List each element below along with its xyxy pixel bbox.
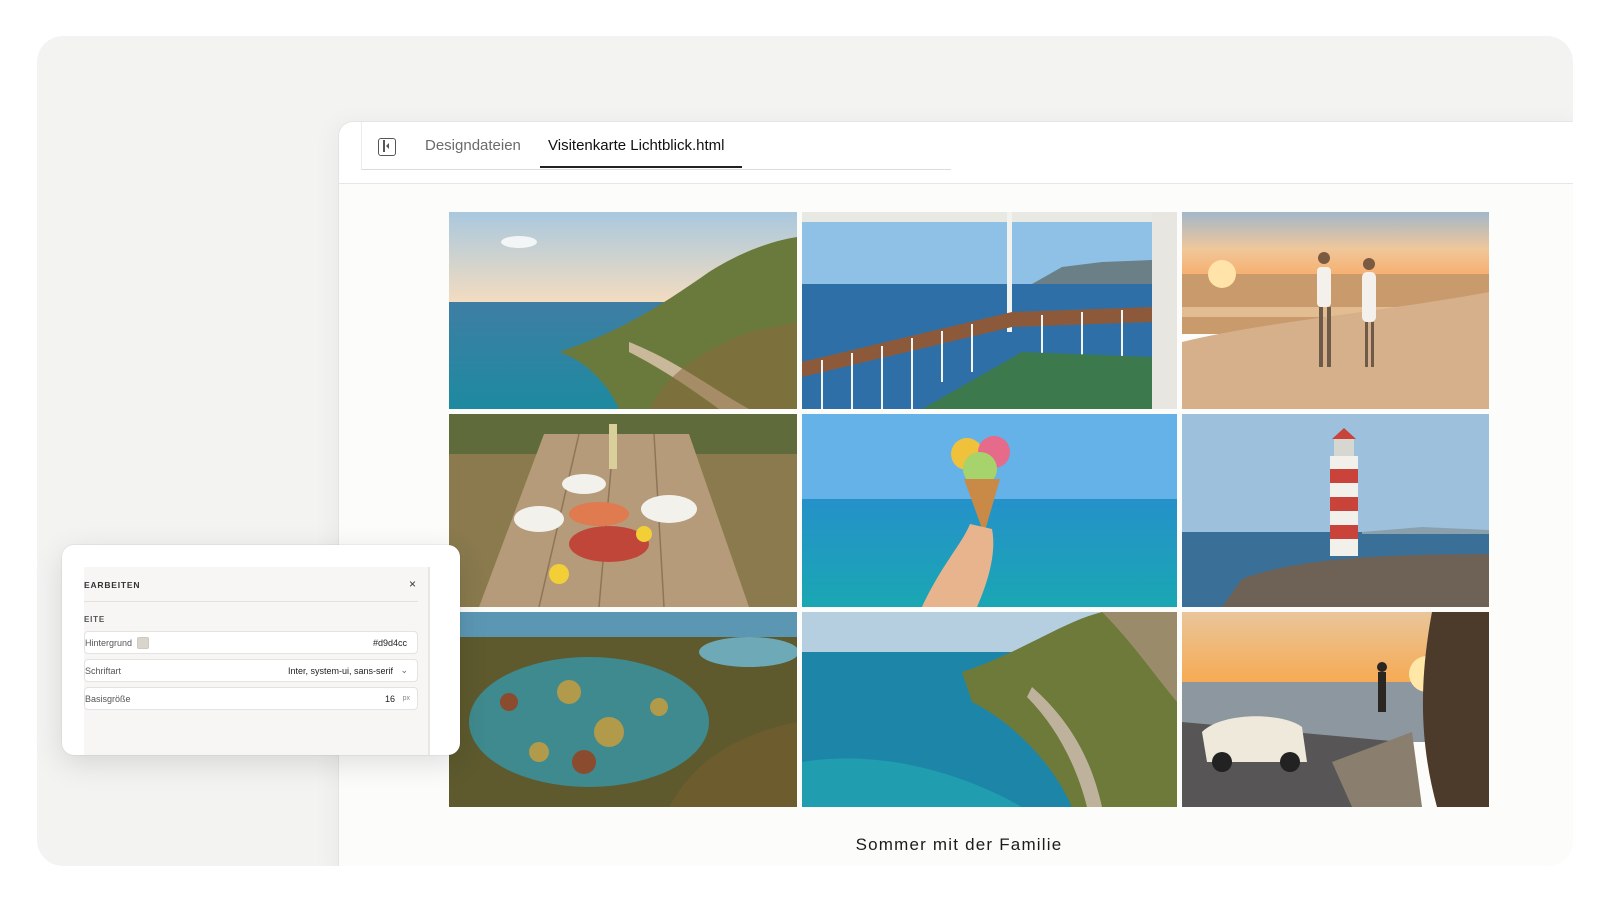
photo-seafood-picnic [449,414,797,607]
field-basisgroesse[interactable]: Basisgröße 16 px [84,687,418,710]
field-value-hintergrund[interactable]: #d9d4cc [373,638,407,648]
field-value-schriftart[interactable]: Inter, system-ui, sans-serif [288,666,393,676]
photo-coastal-cliffs [449,212,797,409]
field-label-basisgroesse: Basisgröße [85,694,131,704]
photo-gallery [449,212,1489,807]
editor-title: EARBEITEN [84,580,141,590]
tab-designdateien[interactable]: Designdateien [425,136,521,156]
unit-label: px [402,695,410,702]
photo-coastal-road [802,612,1177,807]
field-label-schriftart: Schriftart [85,666,122,676]
top-bar: Designdateien Visitenkarte Lichtblick.ht… [339,122,1573,184]
panel-toggle-icon[interactable] [378,138,396,156]
tab-strip: Designdateien Visitenkarte Lichtblick.ht… [361,122,951,170]
field-label-hintergrund: Hintergrund [85,638,133,648]
field-schriftart[interactable]: Schriftart Inter, system-ui, sans-serif … [84,659,418,682]
photo-ice-cream [802,414,1177,607]
close-icon[interactable]: × [409,577,416,591]
photo-beach-couple [1182,212,1489,409]
photo-convertible-sunset [1182,612,1489,807]
photo-lighthouse [1182,414,1489,607]
editor-panel-body: EARBEITEN × EITE Hintergrund #d9d4cc Sch… [84,567,430,755]
tab-visitenkarte[interactable]: Visitenkarte Lichtblick.html [548,136,724,156]
field-value-basisgroesse[interactable]: 16 [385,694,395,704]
field-hintergrund[interactable]: Hintergrund #d9d4cc [84,631,418,654]
editor-divider [84,601,418,602]
gallery-caption: Sommer mit der Familie [855,835,1063,854]
app-window: Designdateien Visitenkarte Lichtblick.ht… [339,122,1573,866]
active-tab-indicator [540,166,742,168]
chevron-down-icon[interactable]: ⌄ [400,665,408,676]
section-label: EITE [84,615,105,624]
photo-tide-pool [449,612,797,807]
editor-panel: EARBEITEN × EITE Hintergrund #d9d4cc Sch… [62,545,460,755]
photo-ferry-deck [802,212,1177,409]
color-swatch-hintergrund[interactable] [137,637,149,649]
